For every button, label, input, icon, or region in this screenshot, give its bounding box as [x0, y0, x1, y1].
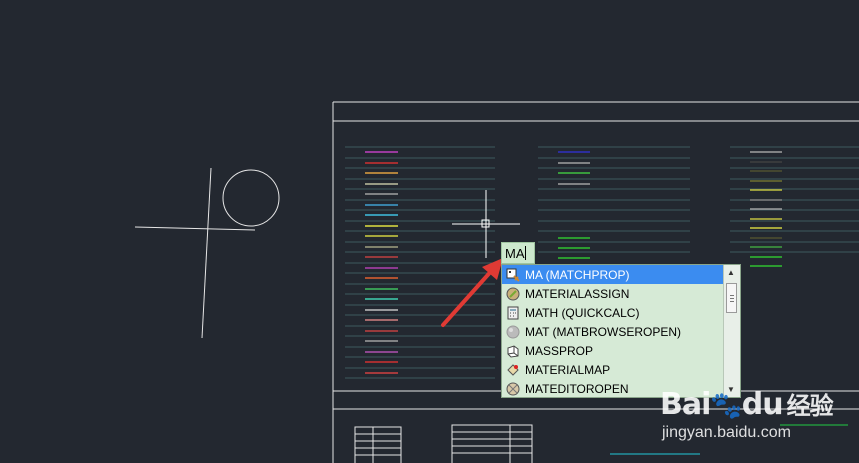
autocomplete-item[interactable]: MASSPROP [502, 341, 724, 360]
scroll-up-icon[interactable]: ▲ [727, 269, 735, 277]
text-caret [524, 246, 526, 260]
material-editor-icon [506, 382, 520, 395]
baidu-watermark-logo: Bai🐾du 经验 [660, 387, 834, 422]
autocomplete-item[interactable]: MATERIALASSIGN [502, 284, 724, 303]
autocomplete-item[interactable]: MATH (QUICKCALC) [502, 303, 724, 322]
mass-properties-icon [507, 344, 519, 358]
autocomplete-item-label: MATEDITOROPEN [525, 381, 629, 396]
autocomplete-list[interactable]: MA (MATCHPROP) MATERIALASSIGN MATH (QUIC… [501, 264, 741, 398]
autocomplete-item-label: MATERIALMAP [525, 362, 611, 377]
autocomplete-item-label: MASSPROP [525, 343, 594, 358]
command-input[interactable]: MA [501, 242, 535, 264]
sketch-line [134, 226, 256, 231]
autocomplete-item-label: MAT (MATBROWSEROPEN) [525, 324, 681, 339]
autocomplete-item-label: MATH (QUICKCALC) [525, 305, 640, 320]
sketch-line [201, 167, 212, 339]
material-map-icon [507, 363, 519, 376]
autocomplete-scrollbar[interactable]: ▲ ▼ [723, 265, 740, 397]
autocomplete-item[interactable]: MATERIALMAP [502, 360, 724, 379]
autocomplete-item-label: MATERIALASSIGN [525, 286, 630, 301]
command-input-value: MA [505, 246, 525, 261]
sketch-circle [222, 169, 280, 227]
watermark-url: jingyan.baidu.com [662, 424, 791, 441]
calculator-icon [507, 306, 519, 319]
table-block [451, 424, 533, 463]
match-properties-icon [506, 268, 520, 282]
table-block [354, 426, 402, 463]
material-browser-icon [506, 325, 520, 338]
autocomplete-item-label: MA (MATCHPROP) [525, 267, 630, 282]
autocomplete-item[interactable]: MAT (MATBROWSEROPEN) [502, 322, 724, 341]
autocomplete-item[interactable]: MA (MATCHPROP) [502, 265, 724, 284]
scrollbar-thumb[interactable] [726, 283, 737, 313]
material-assign-icon [506, 287, 520, 300]
